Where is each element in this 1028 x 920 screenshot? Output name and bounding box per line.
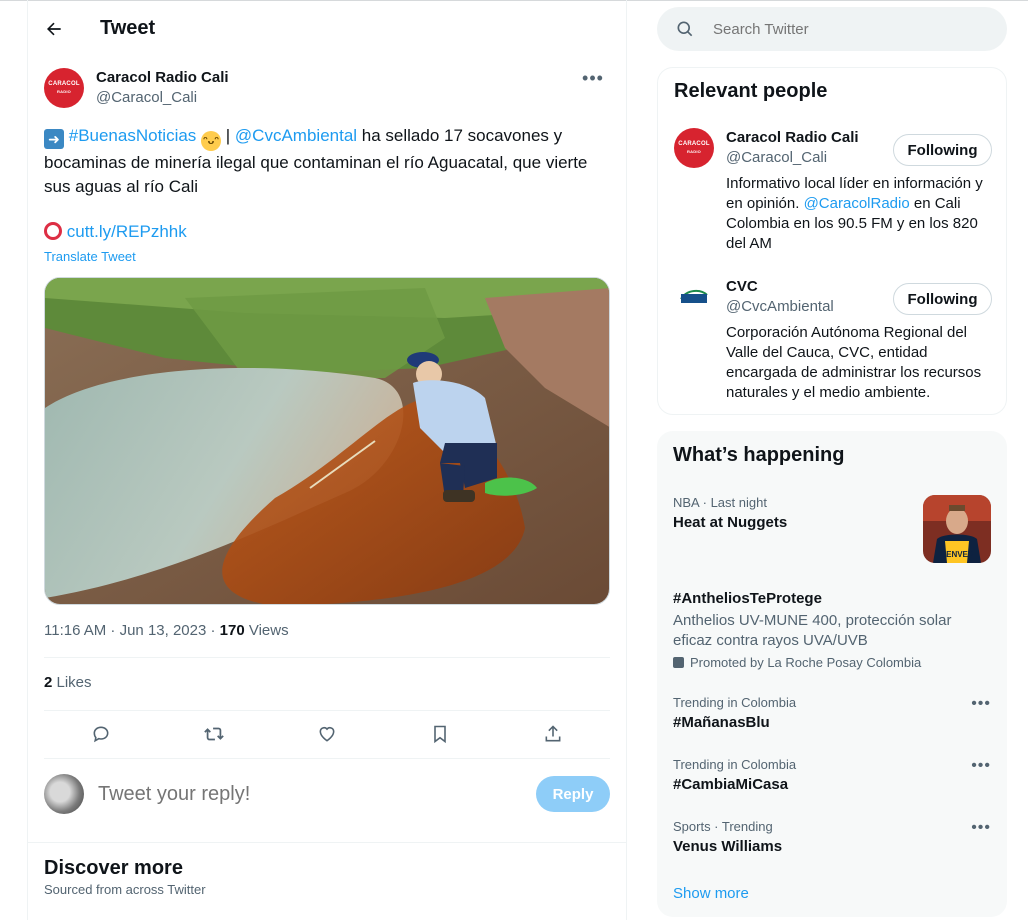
divider: [28, 842, 626, 843]
trend-description: Anthelios UV-MUNE 400, protección solar …: [673, 612, 952, 649]
bookmark-icon: [434, 725, 446, 744]
trend-name: #MañanasBlu: [673, 714, 770, 731]
promoted-trend-item[interactable]: #AntheliosTeProtege Anthelios UV-MUNE 40…: [673, 587, 991, 670]
trend-item[interactable]: NBA · Last night Heat at Nuggets DENVER: [673, 495, 991, 565]
trend-context: Sports · Trending: [673, 819, 773, 834]
avatar-logo-subtext: RADIO: [57, 89, 71, 94]
person-avatar[interactable]: CARACOL RADIO: [674, 128, 714, 168]
tweet-photo[interactable]: [44, 277, 610, 605]
current-user-avatar[interactable]: [44, 774, 84, 814]
views-count: 170: [219, 622, 245, 639]
whats-happening-title: What’s happening: [673, 444, 845, 466]
cvc-logo-icon: [680, 289, 708, 303]
bio-mention-link[interactable]: @CaracolRadio: [804, 195, 910, 212]
following-button[interactable]: Following: [893, 134, 992, 166]
tweet-meta: 11:16 AM · Jun 13, 2023 · 170 Views: [44, 621, 289, 641]
reply-button[interactable]: Reply: [536, 776, 610, 812]
whats-happening-card: What’s happening NBA · Last night Heat a…: [657, 431, 1007, 917]
tweet-actions: [44, 717, 610, 751]
share-action-button[interactable]: [536, 717, 570, 751]
short-url-link[interactable]: cutt.ly/REPzhhk: [67, 222, 187, 241]
avatar-logo-subtext: RADIO: [687, 149, 701, 154]
person-avatar[interactable]: [674, 277, 714, 317]
divider: [44, 657, 610, 658]
person-bio: Corporación Autónoma Regional del Valle …: [726, 324, 982, 401]
more-options-icon[interactable]: •••: [971, 757, 991, 775]
discover-title: Discover more: [44, 857, 183, 879]
person-handle[interactable]: @CvcAmbiental: [726, 297, 834, 317]
person-name[interactable]: Caracol Radio Cali: [726, 128, 859, 148]
reply-action-button[interactable]: [84, 717, 118, 751]
reply-icon: [93, 726, 109, 743]
thumb-text: DENVER: [940, 550, 974, 559]
search-input[interactable]: [713, 20, 973, 38]
person-handle[interactable]: @Caracol_Cali: [726, 148, 827, 168]
promoted-text: Promoted by La Roche Posay Colombia: [690, 655, 922, 670]
tweet-link-line: cutt.ly/REPzhhk: [44, 220, 187, 244]
tweet-text: ➜ #BuenasNoticias ᵔᴗᵔ | @CvcAmbiental ha…: [44, 124, 610, 199]
arrow-right-emoji-icon: ➜: [44, 129, 64, 149]
promoted-label: Promoted by La Roche Posay Colombia: [673, 655, 991, 670]
retweet-icon: [203, 727, 224, 741]
author-avatar[interactable]: CARACOL RADIO: [44, 68, 84, 108]
trend-name: #CambiaMiCasa: [673, 776, 789, 793]
trend-thumbnail: DENVER: [923, 495, 991, 563]
tweet-detail-column: Tweet CARACOL RADIO Caracol Radio Cali @…: [28, 0, 627, 920]
more-options-icon[interactable]: •••: [576, 66, 610, 90]
person-name[interactable]: CVC: [726, 277, 758, 297]
likes-label: Likes: [52, 674, 92, 691]
search-bar[interactable]: [657, 7, 1007, 51]
avatar-logo-text: CARACOL: [48, 81, 80, 87]
person-caracol[interactable]: CARACOL RADIO Caracol Radio Cali @Caraco…: [674, 128, 992, 258]
river-photo-image: [45, 278, 609, 604]
translate-tweet-link[interactable]: Translate Tweet: [44, 249, 136, 264]
divider: [44, 710, 610, 711]
smiley-emoji-icon: ᵔᴗᵔ: [201, 131, 222, 151]
tweet-timestamp[interactable]: 11:16 AM · Jun 13, 2023 ·: [44, 622, 220, 639]
trend-item[interactable]: Sports · Trending Venus Williams •••: [673, 819, 991, 857]
trend-item[interactable]: Trending in Colombia #MañanasBlu •••: [673, 695, 991, 733]
bookmark-action-button[interactable]: [423, 717, 457, 751]
more-options-icon[interactable]: •••: [971, 819, 991, 837]
following-button[interactable]: Following: [893, 283, 992, 315]
like-action-button[interactable]: [310, 717, 344, 751]
more-options-icon[interactable]: •••: [971, 695, 991, 713]
retweet-action-button[interactable]: [197, 717, 231, 751]
show-more-link[interactable]: Show more: [673, 885, 749, 902]
author-name[interactable]: Caracol Radio Cali: [96, 68, 229, 88]
author-handle[interactable]: @Caracol_Cali: [96, 88, 229, 108]
reply-composer: Reply: [44, 770, 610, 818]
red-circle-emoji-icon: [44, 222, 62, 240]
share-icon: [545, 725, 561, 742]
person-cvc[interactable]: CVC @CvcAmbiental Following Corporación …: [674, 277, 992, 407]
promoted-icon: [673, 657, 684, 668]
back-button[interactable]: [36, 11, 72, 47]
trend-name: Venus Williams: [673, 838, 783, 855]
relevant-people-title: Relevant people: [674, 80, 828, 102]
person-bio: Informativo local líder en información y…: [726, 174, 992, 254]
tweet-author: CARACOL RADIO Caracol Radio Cali @Caraco…: [44, 66, 610, 110]
likes-summary[interactable]: 2 Likes: [44, 674, 92, 691]
arrow-left-icon: [47, 22, 61, 35]
reply-input[interactable]: [98, 782, 536, 806]
discover-subtitle: Sourced from across Twitter: [44, 882, 206, 897]
divider: [44, 758, 610, 759]
trend-context: Trending in Colombia: [673, 695, 797, 710]
relevant-people-card: Relevant people CARACOL RADIO Caracol Ra…: [657, 67, 1007, 415]
page-header: Tweet: [28, 0, 626, 57]
avatar-logo-text: CARACOL: [678, 141, 710, 147]
heart-icon: [319, 726, 335, 742]
trend-context: Trending in Colombia: [673, 757, 797, 772]
hashtag-link[interactable]: #BuenasNoticias: [69, 126, 197, 145]
text-separator: |: [221, 126, 235, 145]
discover-more-section: Discover more Sourced from across Twitte…: [44, 856, 206, 897]
page-title: Tweet: [100, 17, 156, 39]
trend-item[interactable]: Trending in Colombia #CambiaMiCasa •••: [673, 757, 991, 795]
views-label: Views: [244, 622, 289, 639]
search-icon: [677, 21, 693, 37]
trend-name: #AntheliosTeProtege: [673, 590, 822, 607]
mention-link[interactable]: @CvcAmbiental: [235, 126, 357, 145]
